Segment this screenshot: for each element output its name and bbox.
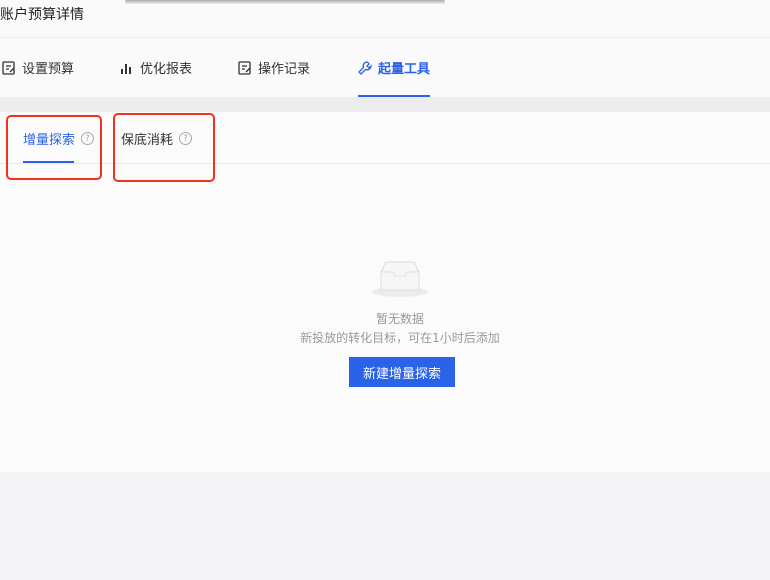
bar-chart-icon [121, 63, 131, 74]
wrench-icon [358, 60, 372, 75]
top-shadow [125, 0, 445, 4]
tab-label: 设置预算 [22, 62, 75, 77]
tab-set-budget[interactable]: 设置预算 [2, 58, 74, 77]
edit-icon [238, 60, 251, 75]
edit-icon [2, 60, 15, 75]
empty-description: 新投放的转化目标，可在1小时后添加 [300, 331, 500, 345]
tab-operation-log[interactable]: 操作记录 [238, 58, 310, 77]
highlight-box [113, 113, 215, 182]
empty-title: 暂无数据 [375, 312, 424, 326]
header [0, 0, 770, 97]
tab-boost-tools[interactable]: 起量工具 [358, 58, 430, 77]
divider [0, 37, 770, 38]
tab-label: 优化报表 [140, 62, 193, 77]
empty-inbox-icon [372, 261, 428, 297]
tab-label: 起量工具 [378, 62, 431, 77]
tab-label: 操作记录 [258, 62, 311, 77]
page-title: 账户预算详情 [0, 7, 84, 23]
create-incremental-explore-button[interactable]: 新建增量探索 [349, 357, 455, 387]
highlight-box [6, 115, 102, 180]
separator-band [0, 97, 770, 112]
tab-report[interactable]: 优化报表 [120, 58, 192, 77]
